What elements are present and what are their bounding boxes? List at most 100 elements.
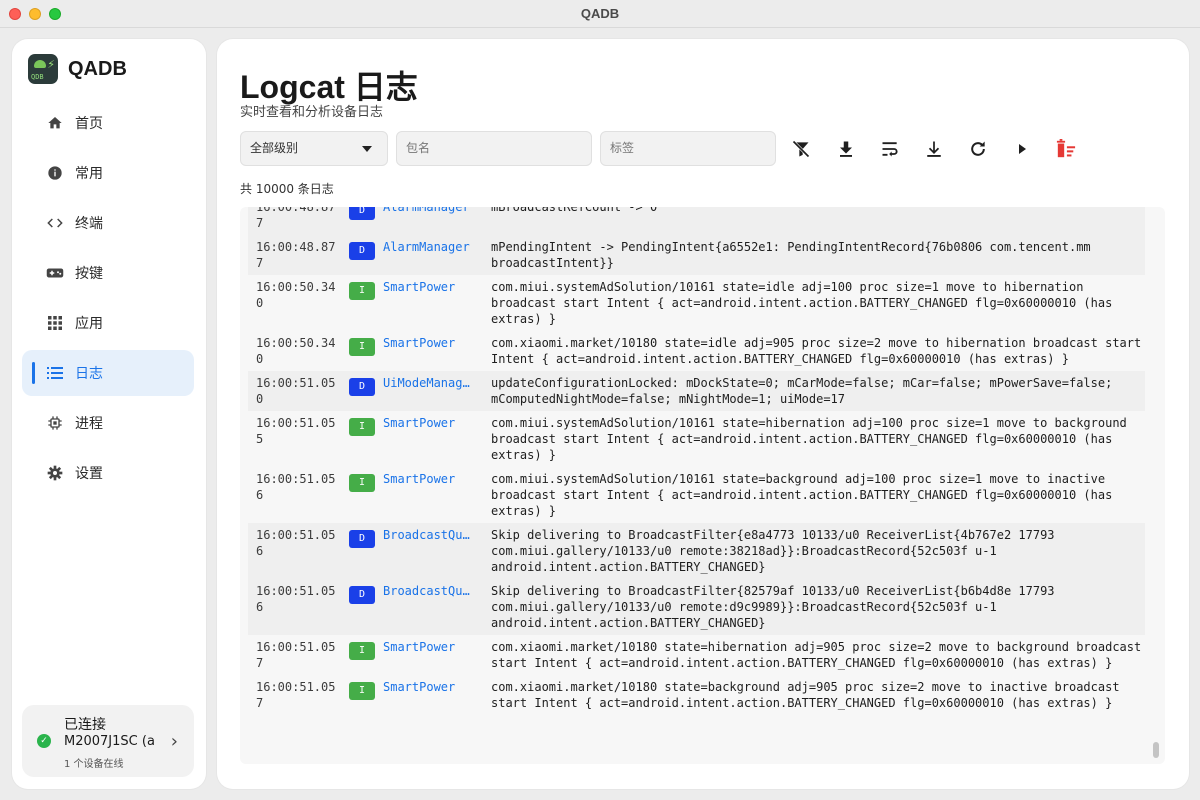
log-level-badge: D (349, 207, 375, 220)
sidebar: ⚡ QDB QADB 首页 常用 终端 按键 应用 日志 进程 设置 ✓ 已连接… (12, 39, 206, 789)
log-time: 16:00:51.055 (256, 416, 336, 446)
sidebar-item-terminal[interactable]: 终端 (22, 200, 194, 246)
chevron-right-icon: › (170, 731, 178, 752)
sidebar-item-label: 设置 (75, 466, 103, 482)
log-message: com.xiaomi.market/10180 state=idle adj=9… (491, 336, 1142, 366)
refresh-icon[interactable] (966, 137, 990, 161)
sidebar-item-label: 应用 (75, 316, 103, 332)
sidebar-item-label: 进程 (75, 416, 103, 432)
log-tag: SmartPower (383, 472, 456, 486)
app-name: QADB (68, 58, 127, 80)
log-message: Skip delivering to BroadcastFilter{e8a47… (491, 528, 1055, 574)
sidebar-item-settings[interactable]: 设置 (22, 450, 194, 496)
scroll-to-bottom-icon[interactable] (922, 137, 946, 161)
log-message: com.miui.systemAdSolution/10161 state=id… (491, 280, 1113, 326)
sidebar-item-label: 常用 (75, 166, 103, 182)
tag-input[interactable]: 标签 (600, 131, 776, 166)
sidebar-item-home[interactable]: 首页 (22, 100, 194, 146)
sidebar-item-label: 按键 (75, 266, 103, 282)
log-level-badge: I (349, 474, 375, 492)
log-row[interactable]: 16:00:51.055 I SmartPower com.miui.systemAd… (248, 411, 1145, 467)
connected-check-icon: ✓ (37, 734, 51, 748)
log-tag: SmartPower (383, 640, 456, 654)
device-connection-card[interactable]: ✓ 已连接 M2007J1SC (a 1 个设备在线 › (22, 705, 194, 777)
level-select-value: 全部级别 (250, 141, 299, 155)
delete-icon[interactable] (1054, 137, 1078, 161)
log-message: mPendingIntent -> PendingIntent{a6552e1:… (491, 240, 1091, 270)
log-message: com.xiaomi.market/10180 state=hibernatio… (491, 640, 1142, 670)
page-subtitle: 实时查看和分析设备日志 (240, 105, 384, 120)
log-time: 16:00:48.877 (256, 207, 336, 230)
log-count: 共 10000 条日志 (240, 182, 334, 196)
log-tag: BroadcastQu… (383, 584, 470, 598)
gear-icon (46, 464, 64, 482)
log-time: 16:00:51.057 (256, 640, 336, 670)
sidebar-item-logs[interactable]: 日志 (22, 350, 194, 396)
devices-online: 1 个设备在线 (64, 759, 124, 770)
sidebar-item-label: 日志 (75, 366, 103, 382)
log-row[interactable]: 16:00:51.050 D UiModeManag… updateConfigura… (248, 371, 1145, 411)
log-message: com.miui.systemAdSolution/10161 state=hi… (491, 416, 1127, 462)
log-tag: UiModeManag… (383, 376, 470, 390)
sidebar-nav: 首页 常用 终端 按键 应用 日志 进程 设置 (22, 100, 194, 500)
log-time: 16:00:51.056 (256, 584, 336, 614)
package-input[interactable]: 包名 (396, 131, 592, 166)
log-list[interactable]: 16:00:48.877 D AlarmManager mBroadcastRefCo… (240, 207, 1165, 764)
log-level-badge: I (349, 338, 375, 356)
level-select[interactable]: 全部级别 (240, 131, 388, 166)
sidebar-item-apps[interactable]: 应用 (22, 300, 194, 346)
log-rows: 16:00:48.877 D AlarmManager mBroadcastRefCo… (248, 207, 1145, 715)
log-level-badge: I (349, 282, 375, 300)
sidebar-item-processes[interactable]: 进程 (22, 400, 194, 446)
log-level-badge: I (349, 682, 375, 700)
log-tag: SmartPower (383, 280, 456, 294)
log-tag: BroadcastQu… (383, 528, 470, 542)
log-message: mBroadcastRefCount -> 0 (491, 207, 658, 214)
log-message: Skip delivering to BroadcastFilter{82579… (491, 584, 1055, 630)
window-title: QADB (580, 6, 620, 21)
list-icon (46, 364, 64, 382)
sidebar-item-label: 首页 (75, 116, 103, 132)
log-row[interactable]: 16:00:48.877 D AlarmManager mPendingIntent … (248, 235, 1145, 275)
log-message: com.xiaomi.market/10180 state=background… (491, 680, 1120, 710)
scrollbar[interactable] (1153, 742, 1159, 758)
log-message: com.miui.systemAdSolution/10161 state=ba… (491, 472, 1113, 518)
log-level-badge: D (349, 530, 375, 548)
log-tag: SmartPower (383, 336, 456, 350)
log-message: updateConfigurationLocked: mDockState=0;… (491, 376, 1113, 406)
dropdown-arrow-icon (362, 146, 372, 152)
device-name: M2007J1SC (a (64, 734, 155, 749)
title-bar: QADB (0, 0, 1200, 28)
log-level-badge: D (349, 378, 375, 396)
log-row[interactable]: 16:00:50.340 I SmartPower com.miui.systemAd… (248, 275, 1145, 331)
log-tag: AlarmManager (383, 207, 470, 214)
log-row[interactable]: 16:00:51.056 D BroadcastQu… Skip delivering… (248, 523, 1145, 579)
clear-filter-icon[interactable] (789, 137, 813, 161)
log-row[interactable]: 16:00:50.340 I SmartPower com.xiaomi.market… (248, 331, 1145, 371)
wrap-text-icon[interactable] (878, 137, 902, 161)
sidebar-item-keys[interactable]: 按键 (22, 250, 194, 296)
app-logo-icon: ⚡ QDB (28, 54, 58, 84)
log-row[interactable]: 16:00:51.057 I SmartPower com.xiaomi.market… (248, 675, 1145, 715)
log-time: 16:00:51.056 (256, 472, 336, 502)
download-icon[interactable] (834, 137, 858, 161)
log-time: 16:00:51.056 (256, 528, 336, 558)
log-tag: AlarmManager (383, 240, 470, 254)
log-time: 16:00:51.057 (256, 680, 336, 710)
sidebar-item-common[interactable]: 常用 (22, 150, 194, 196)
chip-icon (46, 414, 64, 432)
logo-text: QDB (31, 73, 44, 81)
log-row[interactable]: 16:00:48.877 D AlarmManager mBroadcastRefCo… (248, 207, 1145, 235)
log-level-badge: I (349, 418, 375, 436)
log-level-badge: D (349, 586, 375, 604)
code-icon (46, 214, 64, 232)
log-time: 16:00:48.877 (256, 240, 336, 270)
log-row[interactable]: 16:00:51.056 I SmartPower com.miui.systemAd… (248, 467, 1145, 523)
log-level-badge: I (349, 642, 375, 660)
log-tag: SmartPower (383, 416, 456, 430)
play-icon[interactable] (1010, 137, 1034, 161)
gamepad-icon (46, 264, 64, 282)
log-row[interactable]: 16:00:51.056 D BroadcastQu… Skip delivering… (248, 579, 1145, 635)
main-panel: Logcat 日志 实时查看和分析设备日志 全部级别 包名 标签 共 10000… (217, 39, 1189, 789)
log-row[interactable]: 16:00:51.057 I SmartPower com.xiaomi.market… (248, 635, 1145, 675)
